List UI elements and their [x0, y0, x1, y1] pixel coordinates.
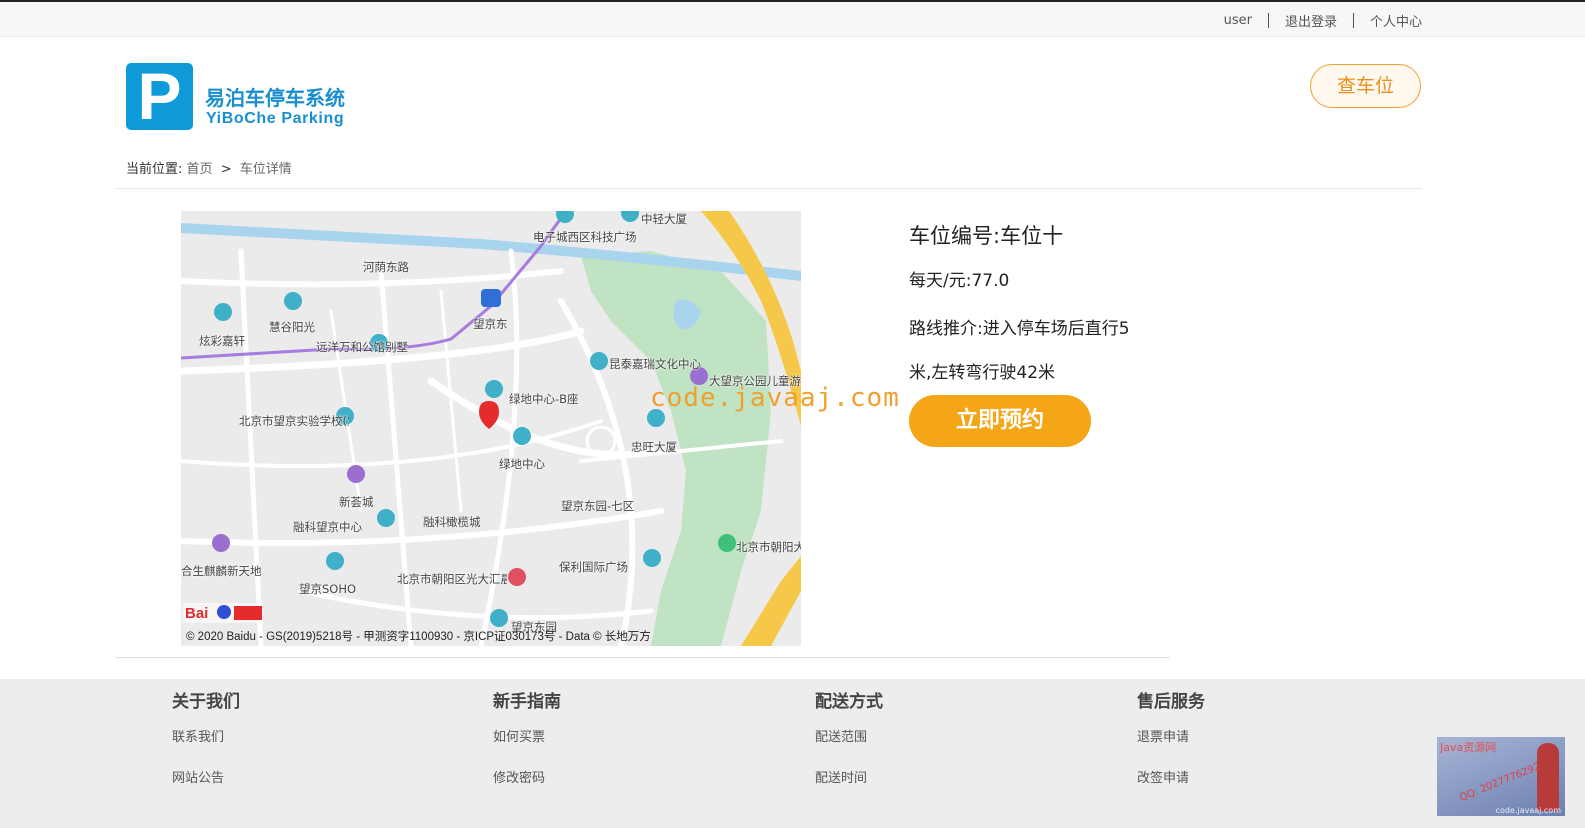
map-label: 远洋万和公馆别墅	[316, 340, 408, 354]
footer-link-delivery-range[interactable]: 配送范围	[815, 726, 883, 745]
footer-heading: 配送方式	[815, 692, 883, 712]
map-label: 融科橄榄城	[423, 515, 481, 529]
footer-column-guide: 新手指南 如何买票 修改密码	[493, 687, 561, 808]
spot-price: 每天/元:77.0	[909, 271, 1010, 291]
footer-column-service: 售后服务 退票申请 改签申请	[1137, 687, 1205, 808]
footer-link-notice[interactable]: 网站公告	[172, 767, 240, 786]
map-label: 合生麒麟新天地	[181, 564, 262, 578]
site-logo[interactable]: P 易泊车停车系统 YiBoChe Parking	[126, 63, 350, 133]
map-label: 河荫东路	[363, 260, 409, 274]
footer-heading: 新手指南	[493, 692, 561, 712]
footer-column-about: 关于我们 联系我们 网站公告	[172, 687, 240, 808]
logo-name-cn: 易泊车停车系统	[205, 86, 345, 110]
watermark-text: code.javaaj.com	[650, 383, 900, 413]
breadcrumb: 当前位置: 首页 > 车位详情	[126, 158, 292, 177]
top-bar: user 退出登录 个人中心	[0, 0, 1585, 37]
footer-column-delivery: 配送方式 配送范围 配送时间	[815, 687, 883, 808]
map-label: 望京东	[473, 317, 508, 331]
map-label: 保利国际广场	[559, 560, 628, 574]
reserve-button[interactable]: 立即预约	[909, 395, 1091, 447]
ad-qq: QQ: 2027776292	[1458, 761, 1542, 804]
spot-route: 路线推介:进入停车场后直行5米,左转弯行驶42米	[909, 319, 1130, 383]
map-label: 中轻大厦	[641, 212, 687, 226]
profile-link[interactable]: 个人中心	[1370, 11, 1422, 30]
breadcrumb-home-link[interactable]: 首页	[187, 162, 213, 177]
footer-link-how-to-buy[interactable]: 如何买票	[493, 726, 561, 745]
svg-text:Bai: Bai	[185, 605, 208, 622]
footer-link-contact[interactable]: 联系我们	[172, 726, 240, 745]
map-label: 融科望京中心	[293, 520, 362, 534]
find-parking-button[interactable]: 查车位	[1310, 64, 1421, 108]
footer-link-rebook[interactable]: 改签申请	[1137, 767, 1205, 786]
map-label: 忠旺大厦	[631, 440, 677, 454]
location-map[interactable]: Bai 电子城西区科技广场河荫东路慧谷阳光炫彩嘉轩 远洋万和公馆别墅 望京东昆泰嘉瑞…	[181, 211, 801, 646]
corner-ad-image[interactable]: Java资源网 QQ: 2027776292 code.javaaj.com	[1437, 737, 1565, 816]
logo-name-en: YiBoChe Parking	[206, 110, 345, 127]
map-label: 望京东园-七区	[561, 499, 635, 513]
footer-link-delivery-time[interactable]: 配送时间	[815, 767, 883, 786]
parking-p-icon: P	[126, 63, 193, 130]
logout-link[interactable]: 退出登录	[1285, 11, 1337, 30]
map-label: 炫彩嘉轩	[199, 334, 245, 348]
map-label: 昆泰嘉瑞文化中心	[609, 357, 701, 371]
breadcrumb-separator: >	[220, 162, 232, 177]
metro-station-icon	[481, 289, 501, 307]
map-label: 北京市朝阳大望京公园	[736, 540, 801, 554]
map-label: 绿地中心-B座	[509, 392, 579, 406]
map-label: 绿地中心	[499, 457, 545, 471]
map-copyright: © 2020 Baidu - GS(2019)5218号 - 甲测资字11009…	[186, 631, 651, 643]
spot-number: 车位编号:车位十	[909, 224, 1064, 248]
map-label: 北京市朝阳区光大汇晨老年公寓	[397, 572, 507, 586]
breadcrumb-prefix: 当前位置:	[126, 162, 183, 177]
baidu-map-logo: Bai	[183, 603, 263, 623]
footer-link-refund[interactable]: 退票申请	[1137, 726, 1205, 745]
ad-title: Java资源网	[1440, 741, 1497, 754]
footer-heading: 关于我们	[172, 692, 240, 712]
footer: 关于我们 联系我们 网站公告 新手指南 如何买票 修改密码 配送方式 配送范围 …	[0, 679, 1585, 828]
nav-divider	[1267, 13, 1269, 28]
ad-site: code.javaaj.com	[1495, 806, 1561, 815]
header-divider	[115, 188, 1422, 189]
map-label: 北京市望京实验学校(宝星分校)	[239, 414, 349, 428]
map-label: 电子城西区科技广场	[533, 230, 637, 244]
nav-divider	[1352, 13, 1354, 28]
user-link[interactable]: user	[1224, 13, 1252, 28]
breadcrumb-current: 车位详情	[239, 162, 292, 177]
content-divider	[115, 657, 1170, 658]
top-nav: user 退出登录 个人中心	[1224, 11, 1422, 30]
map-label: 新荟城	[339, 495, 374, 509]
ad-figure	[1537, 743, 1559, 811]
footer-link-change-password[interactable]: 修改密码	[493, 767, 561, 786]
footer-heading: 售后服务	[1137, 692, 1205, 712]
map-label: 望京SOHO	[299, 582, 357, 596]
map-label: 慧谷阳光	[269, 320, 315, 334]
